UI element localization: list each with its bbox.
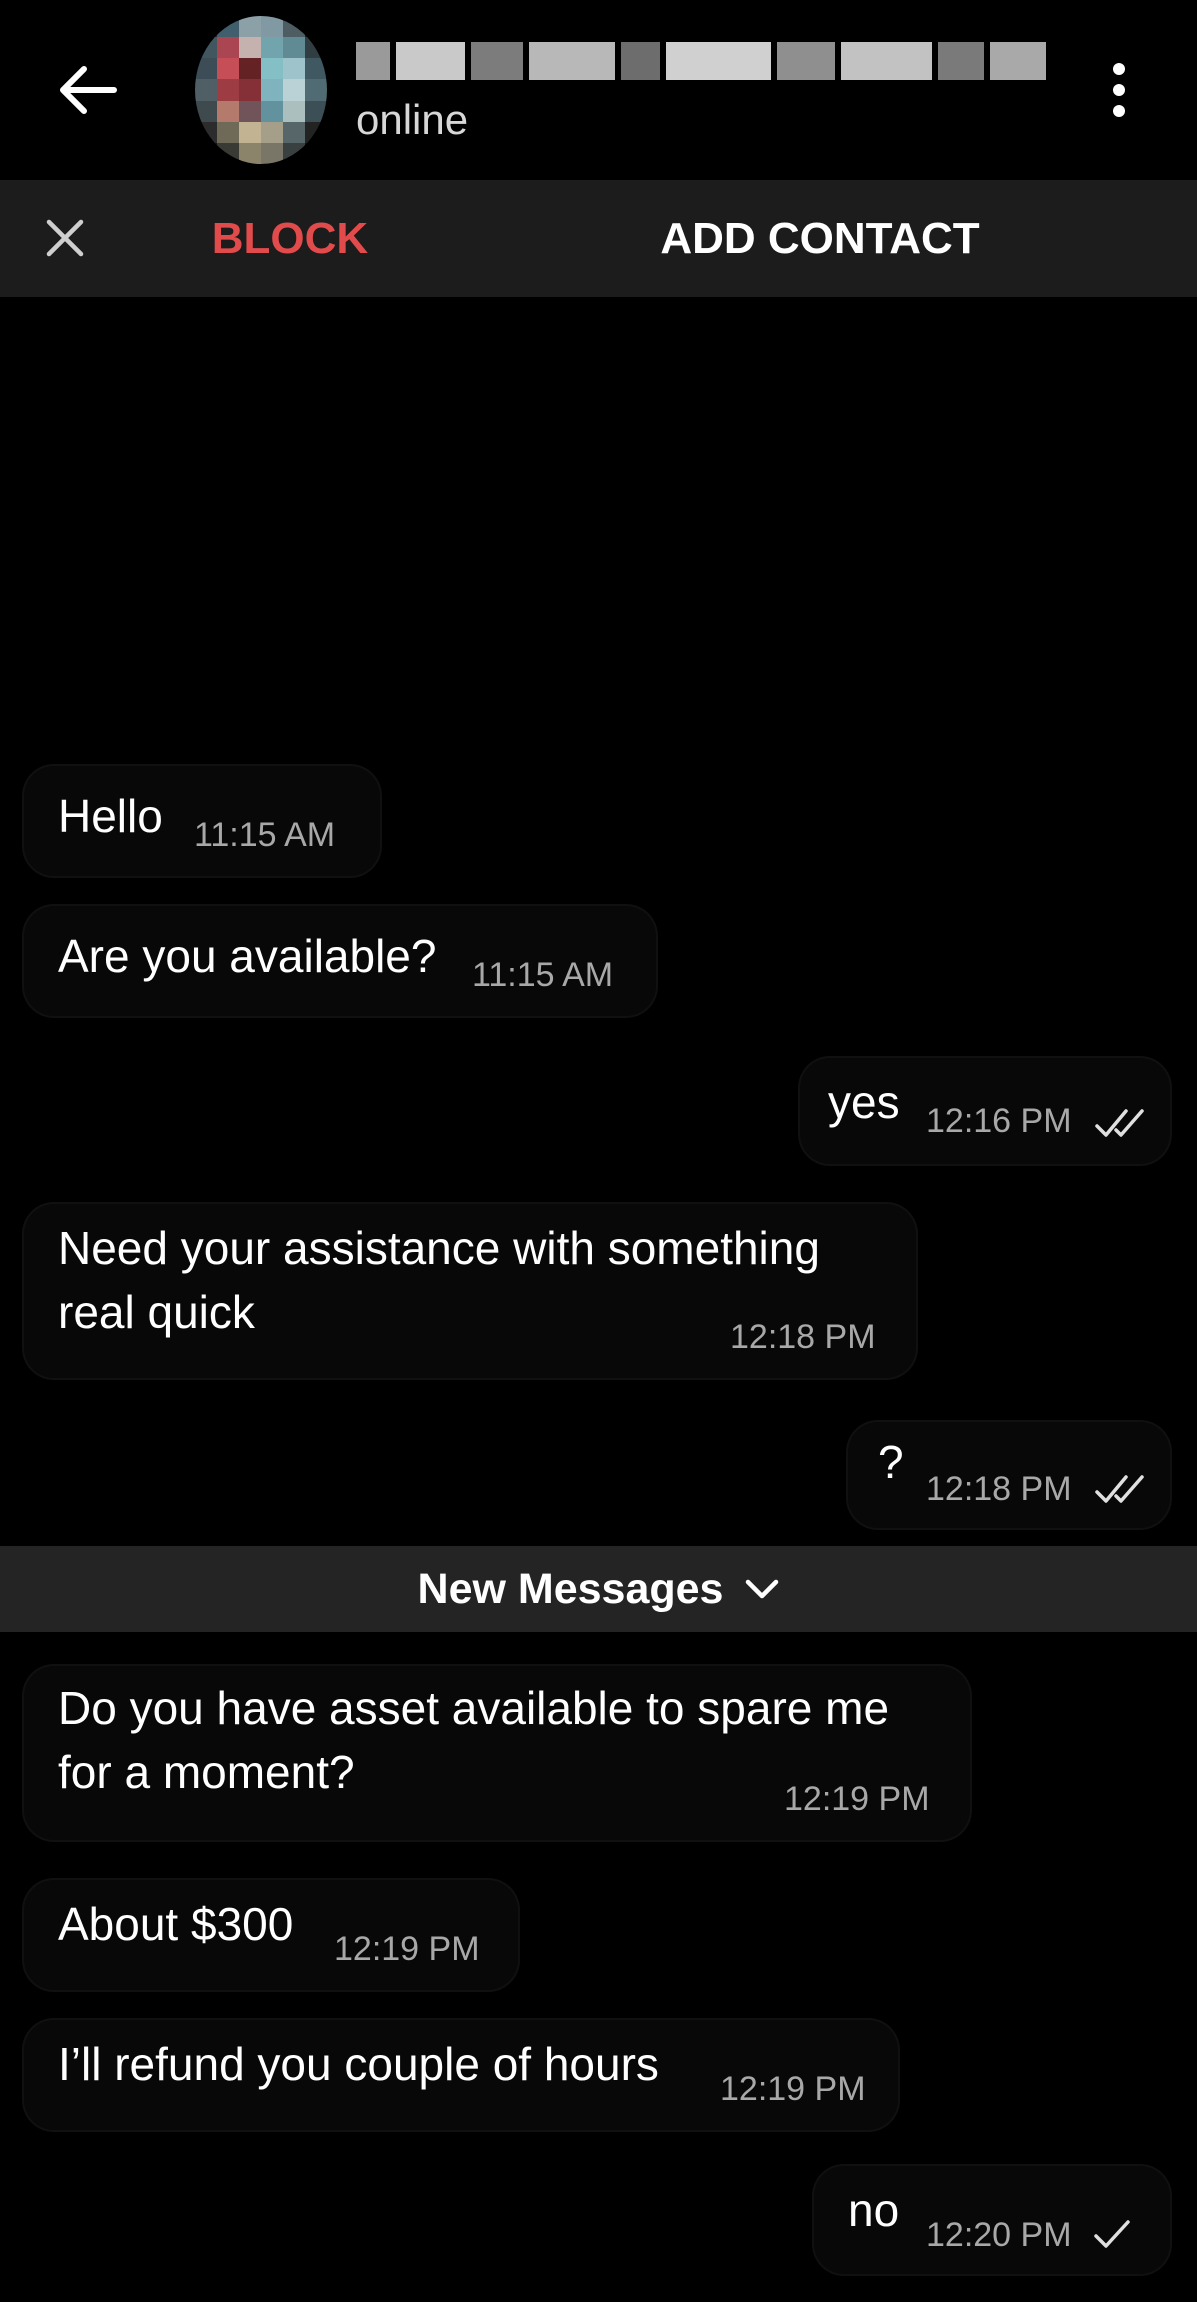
message-text: Are you available? bbox=[58, 930, 437, 982]
message-bubble-incoming[interactable]: Need your assistance with something real… bbox=[24, 1204, 916, 1378]
more-options-icon-dot bbox=[1113, 84, 1125, 96]
message-text: no bbox=[848, 2184, 900, 2236]
presence-status: online bbox=[356, 96, 469, 143]
arrow-left-icon bbox=[60, 66, 117, 114]
new-messages-divider[interactable]: New Messages bbox=[0, 1546, 1197, 1632]
message-bubble-incoming[interactable]: Do you have asset available to spare me … bbox=[24, 1666, 970, 1840]
message-bubble-incoming[interactable]: Are you available? 11:15 AM bbox=[24, 906, 656, 1016]
message-text: Need your assistance with something bbox=[58, 1222, 820, 1274]
message-text-line-2: real quick bbox=[58, 1286, 255, 1338]
message-time: 11:15 AM bbox=[472, 956, 614, 994]
message-time: 12:16 PM bbox=[926, 1102, 1072, 1140]
add-contact-button[interactable]: ADD CONTACT bbox=[620, 210, 1020, 268]
chat-screen: online BLOCK ADD CONTACT Hello 11:15 AM … bbox=[0, 0, 1197, 2302]
message-time: 12:19 PM bbox=[784, 1780, 930, 1818]
double-check-icon bbox=[1095, 1475, 1144, 1503]
more-options-icon-dot bbox=[1113, 105, 1125, 117]
message-text: About $300 bbox=[58, 1898, 294, 1950]
message-text: Do you have asset available to spare me bbox=[58, 1682, 890, 1734]
message-time: 12:18 PM bbox=[730, 1318, 876, 1356]
message-text: yes bbox=[828, 1076, 900, 1128]
avatar[interactable] bbox=[195, 16, 327, 164]
chevron-down-icon bbox=[746, 1579, 779, 1599]
unknown-contact-action-bar: BLOCK ADD CONTACT bbox=[0, 180, 1197, 297]
chat-header: online bbox=[0, 0, 1197, 180]
check-icon bbox=[1094, 2220, 1130, 2248]
back-button[interactable] bbox=[44, 50, 132, 130]
message-time: 12:19 PM bbox=[334, 1930, 480, 1968]
message-bubble-incoming[interactable]: Hello 11:15 AM bbox=[24, 766, 380, 876]
message-bubble-incoming[interactable]: I’ll refund you couple of hours 12:19 PM bbox=[24, 2020, 898, 2130]
message-bubble-outgoing[interactable]: ? 12:18 PM bbox=[848, 1422, 1170, 1528]
dismiss-button[interactable] bbox=[30, 202, 100, 274]
message-bubble-incoming[interactable]: About $300 12:19 PM bbox=[24, 1880, 518, 1990]
message-text: Hello bbox=[58, 790, 163, 842]
double-check-icon bbox=[1095, 1109, 1144, 1137]
message-text: I’ll refund you couple of hours bbox=[58, 2038, 659, 2090]
message-time: 12:20 PM bbox=[926, 2216, 1072, 2254]
message-time: 12:18 PM bbox=[926, 1470, 1072, 1508]
message-time: 11:15 AM bbox=[194, 816, 336, 854]
more-options-icon bbox=[1113, 63, 1125, 75]
block-button[interactable]: BLOCK bbox=[190, 210, 390, 268]
new-messages-label: New Messages bbox=[417, 1564, 724, 1613]
message-bubble-outgoing[interactable]: yes 12:16 PM bbox=[800, 1058, 1170, 1164]
close-icon bbox=[46, 219, 84, 257]
more-options-button[interactable] bbox=[1098, 54, 1140, 126]
contact-name-redacted[interactable] bbox=[356, 34, 1046, 88]
message-text-line-2: for a moment? bbox=[58, 1746, 355, 1798]
message-time: 12:19 PM bbox=[720, 2070, 866, 2108]
message-text: ? bbox=[878, 1436, 904, 1488]
message-bubble-outgoing[interactable]: no 12:20 PM bbox=[814, 2166, 1170, 2274]
